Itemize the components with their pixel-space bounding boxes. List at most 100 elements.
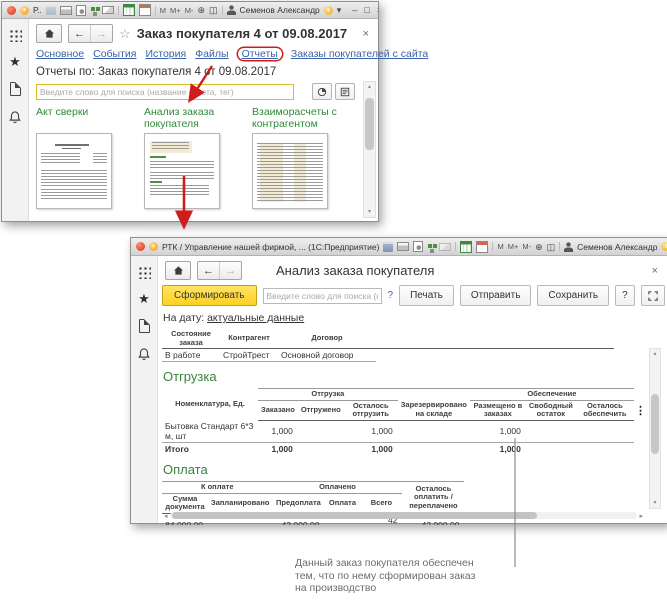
forward-button[interactable]: →: [90, 25, 112, 42]
window1-navrow: ← → ☆ Заказ покупателя 4 от 09.08.2017 ×: [29, 19, 378, 45]
scrollbar-thumb[interactable]: [172, 512, 537, 519]
minimize-button[interactable]: –: [352, 5, 357, 15]
memory-mminus-button[interactable]: М-: [185, 6, 194, 15]
print-preview-icon[interactable]: [413, 241, 423, 252]
scroll-up-icon[interactable]: ▴: [650, 350, 660, 358]
report-horizontal-scrollbar[interactable]: ◂ ▸: [164, 511, 643, 520]
save-icon[interactable]: [46, 5, 56, 15]
calendar-icon[interactable]: [139, 4, 151, 16]
tab-zakazy-s-sayta[interactable]: Заказы покупателей с сайта: [291, 48, 428, 60]
send-button[interactable]: Отправить: [460, 285, 532, 306]
tab-otchety[interactable]: Отчеты: [238, 48, 282, 60]
print-button[interactable]: Печать: [399, 285, 454, 306]
memory-mplus-button[interactable]: М+: [170, 6, 181, 15]
tab-istoriya[interactable]: История: [145, 48, 186, 60]
scrollbar-thumb[interactable]: [365, 98, 374, 150]
report-vertical-scrollbar[interactable]: ▴ ▾: [649, 348, 661, 509]
report-link[interactable]: Акт сверки: [36, 106, 137, 130]
app-menu-icon[interactable]: ▾: [149, 242, 158, 251]
group-paid: Оплачено: [272, 482, 402, 494]
order-page-title: Заказ покупателя 4 от 09.08.2017: [137, 26, 348, 41]
help-button[interactable]: ?: [615, 285, 635, 306]
current-user[interactable]: Семенов Александр: [577, 242, 657, 252]
print-icon[interactable]: [397, 242, 409, 251]
tab-fayly[interactable]: Файлы: [195, 48, 228, 60]
current-user[interactable]: Семенов Александр: [240, 5, 320, 15]
zoom-icon[interactable]: ⊕: [197, 5, 205, 15]
memory-mminus-button[interactable]: М-: [522, 242, 531, 251]
report-thumbnail-vzaimoraschety[interactable]: [252, 133, 328, 209]
tab-osnovnoe[interactable]: Основное: [36, 48, 84, 60]
scrollbar-track[interactable]: [170, 512, 638, 519]
back-button[interactable]: ←: [198, 262, 219, 279]
app-icon[interactable]: [136, 242, 145, 251]
scroll-down-icon[interactable]: ▾: [650, 499, 660, 507]
maximize-button[interactable]: □: [364, 5, 369, 15]
split-view-icon[interactable]: ◫: [209, 5, 218, 15]
report-card-akt-sverki: Акт сверки: [36, 106, 137, 209]
report-thumbnail-analiz-zakaza[interactable]: [144, 133, 220, 209]
page-close-icon[interactable]: ×: [652, 265, 660, 277]
home-button[interactable]: [36, 24, 62, 43]
report-card-vzaimoraschety: Взаиморасчеты с контрагентом: [252, 106, 353, 209]
report-link[interactable]: Взаиморасчеты с контрагентом: [252, 106, 353, 130]
scroll-right-icon[interactable]: ▸: [639, 512, 643, 520]
chevron-down-icon[interactable]: ▾: [337, 5, 342, 15]
memory-m-button[interactable]: М: [497, 242, 503, 251]
scroll-up-icon[interactable]: ▴: [364, 83, 375, 91]
save-icon[interactable]: [383, 242, 393, 252]
fullscreen-button[interactable]: [641, 285, 665, 306]
goods-search-input[interactable]: [263, 288, 382, 304]
history-icon[interactable]: [10, 82, 21, 96]
scrollbar-thumb[interactable]: [651, 394, 659, 454]
report-thumbnail-akt-sverki[interactable]: [36, 133, 112, 209]
back-button[interactable]: ←: [69, 25, 90, 42]
generate-button[interactable]: Сформировать: [162, 285, 257, 306]
history-icon[interactable]: [139, 319, 150, 333]
report-list-icon: [340, 87, 350, 97]
list-view-button[interactable]: [335, 83, 355, 100]
home-button[interactable]: [165, 261, 191, 280]
save-button[interactable]: Сохранить: [537, 285, 609, 306]
shipment-row: Бытовка Стандарт 6*3 м, шт 1,000 1,000 1…: [162, 420, 634, 443]
zoom-icon[interactable]: ⊕: [535, 242, 543, 252]
notifications-bell-icon[interactable]: [8, 110, 22, 125]
page-close-icon[interactable]: ×: [363, 28, 371, 40]
column-menu-dots-icon[interactable]: ⋮: [635, 406, 646, 416]
forward-button[interactable]: →: [219, 262, 241, 279]
split-view-icon[interactable]: ◫: [547, 242, 556, 252]
scroll-left-icon[interactable]: ◂: [164, 512, 168, 520]
org-structure-icon[interactable]: [428, 244, 432, 248]
app-icon[interactable]: [7, 6, 16, 15]
report-link[interactable]: Анализ заказа покупателя: [144, 106, 245, 130]
print-preview-icon[interactable]: [76, 5, 86, 16]
notifications-bell-icon[interactable]: [137, 347, 151, 362]
favorites-star-icon[interactable]: ★: [138, 293, 150, 305]
favorite-toggle-icon[interactable]: ☆: [119, 26, 131, 42]
menu-grid-icon[interactable]: [138, 266, 151, 279]
menu-grid-icon[interactable]: [9, 29, 22, 42]
scroll-down-icon[interactable]: ▾: [364, 208, 375, 216]
calculator-icon[interactable]: [123, 4, 135, 16]
info-icon[interactable]: i: [661, 242, 667, 251]
memory-mplus-button[interactable]: М+: [508, 242, 519, 251]
mail-icon[interactable]: [439, 243, 451, 251]
print-icon[interactable]: [60, 6, 72, 15]
memory-m-button[interactable]: М: [160, 6, 166, 15]
window1-vertical-scrollbar[interactable]: ▴ ▾: [363, 81, 376, 218]
org-structure-icon[interactable]: [91, 7, 95, 11]
close-button[interactable]: ×: [377, 5, 378, 15]
item-name: Бытовка Стандарт 6*3 м, шт: [162, 420, 258, 443]
app-menu-icon[interactable]: ▾: [20, 6, 29, 15]
favorites-star-icon[interactable]: ★: [9, 56, 21, 68]
calendar-icon[interactable]: [476, 241, 488, 253]
chart-view-button[interactable]: [312, 83, 332, 100]
col-header: Контрагент: [220, 329, 278, 349]
info-icon[interactable]: i: [324, 6, 333, 15]
calculator-icon[interactable]: [460, 241, 472, 253]
tab-sobytiya[interactable]: События: [93, 48, 136, 60]
date-value-link[interactable]: актуальные данные: [207, 312, 304, 324]
mail-icon[interactable]: [102, 6, 114, 14]
report-search-input[interactable]: [36, 84, 294, 100]
search-help-link[interactable]: ?: [388, 290, 394, 301]
